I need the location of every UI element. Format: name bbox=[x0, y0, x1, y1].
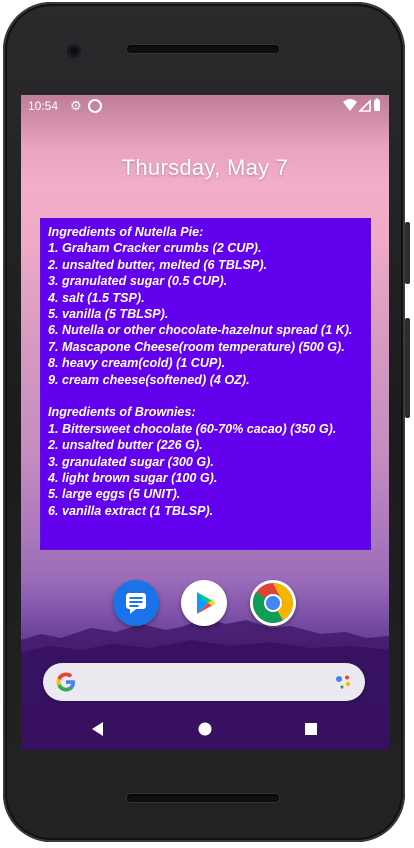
gear-icon: ⚙ bbox=[70, 98, 82, 113]
chrome-icon[interactable] bbox=[250, 580, 296, 626]
google-search-bar[interactable] bbox=[43, 663, 365, 701]
app-dock bbox=[21, 578, 389, 628]
power-button[interactable] bbox=[405, 222, 410, 284]
ingredient-item: 6. Nutella or other chocolate-hazelnut s… bbox=[48, 323, 353, 338]
recents-button[interactable] bbox=[303, 721, 319, 737]
ingredient-item: 9. cream cheese(softened) (4 OZ). bbox=[48, 372, 250, 387]
screen: 10:54 ⚙ Thursday, May 7 Ingredients of N… bbox=[21, 95, 389, 750]
lockscreen-date[interactable]: Thursday, May 7 bbox=[21, 155, 389, 181]
ingredient-item: 7. Mascapone Cheese(room temperature) (5… bbox=[48, 339, 345, 354]
volume-button[interactable] bbox=[405, 318, 410, 418]
ingredient-item: 4. salt (1.5 TSP). bbox=[48, 290, 145, 305]
ingredient-item: 2. unsalted butter, melted (6 TBLSP). bbox=[48, 257, 268, 272]
ingredient-item: 8. heavy cream(cold) (1 CUP). bbox=[48, 356, 226, 371]
ingredient-item: 1. Graham Cracker crumbs (2 CUP). bbox=[48, 241, 262, 256]
top-speaker bbox=[127, 45, 279, 53]
ingredient-item: 4. light brown sugar (100 G). bbox=[48, 471, 218, 486]
section-heading: Ingredients of Nutella Pie: bbox=[48, 225, 204, 239]
assistant-icon[interactable] bbox=[333, 671, 355, 693]
back-button[interactable] bbox=[90, 721, 106, 737]
ingredient-item: 5. vanilla (5 TBLSP). bbox=[48, 307, 169, 322]
play-store-icon[interactable] bbox=[181, 580, 227, 626]
battery-icon bbox=[374, 100, 380, 111]
signal-icon bbox=[358, 99, 371, 112]
phone-frame: 10:54 ⚙ Thursday, May 7 Ingredients of N… bbox=[0, 0, 414, 848]
recipe-widget[interactable]: Ingredients of Nutella Pie: 1. Graham Cr… bbox=[40, 218, 371, 550]
status-time: 10:54 bbox=[28, 99, 59, 113]
section-heading: Ingredients of Brownies: bbox=[48, 405, 196, 420]
widget-content: Ingredients of Nutella Pie: 1. Graham Cr… bbox=[41, 219, 370, 519]
sync-icon bbox=[88, 99, 102, 113]
messages-icon[interactable] bbox=[113, 580, 159, 626]
front-camera bbox=[67, 44, 81, 58]
ingredient-item: 3. granulated sugar (300 G). bbox=[48, 454, 214, 469]
google-g-icon bbox=[56, 672, 75, 692]
ingredient-item: 3. granulated sugar (0.5 CUP). bbox=[48, 274, 228, 289]
navigation-bar bbox=[21, 710, 389, 750]
ingredient-item: 1. Bittersweet chocolate (60-70% cacao) … bbox=[48, 421, 337, 436]
status-icons bbox=[343, 98, 380, 112]
wifi-icon bbox=[343, 99, 357, 111]
ingredient-item: 5. large eggs (5 UNIT). bbox=[48, 487, 181, 502]
home-button[interactable] bbox=[197, 721, 213, 737]
status-bar: 10:54 ⚙ bbox=[21, 95, 389, 117]
ingredient-item: 2. unsalted butter (226 G). bbox=[48, 438, 203, 453]
ingredient-item: 6. vanilla extract (1 TBLSP). bbox=[48, 503, 214, 518]
bottom-speaker bbox=[127, 794, 279, 802]
